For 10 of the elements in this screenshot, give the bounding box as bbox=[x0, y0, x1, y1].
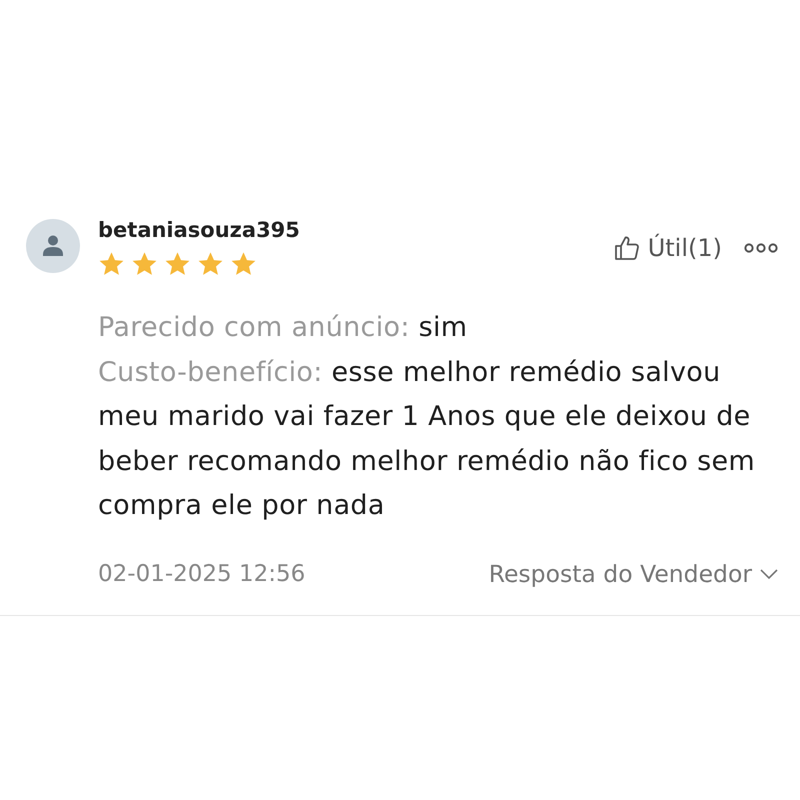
review-text: Custo-benefício: esse melhor remédio salvou meu marido vai fazer 1 Anos que ele deixou de beber recomando melhor remédio não fico sem compra ele por nada bbox=[98, 356, 756, 523]
more-options-icon[interactable] bbox=[744, 243, 778, 253]
helpful-button[interactable]: Útil(1) bbox=[614, 233, 722, 263]
thumbs-up-icon bbox=[614, 235, 640, 261]
username: betaniasouza395 bbox=[98, 217, 300, 244]
avatar-icon bbox=[26, 219, 80, 273]
review-text: Parecido com anúncio: sim bbox=[98, 311, 468, 345]
review-date: 02-01-2025 12:56 bbox=[98, 560, 306, 588]
seller-reply-toggle[interactable]: Resposta do Vendedor bbox=[488, 558, 778, 588]
chevron-icon bbox=[760, 568, 778, 578]
